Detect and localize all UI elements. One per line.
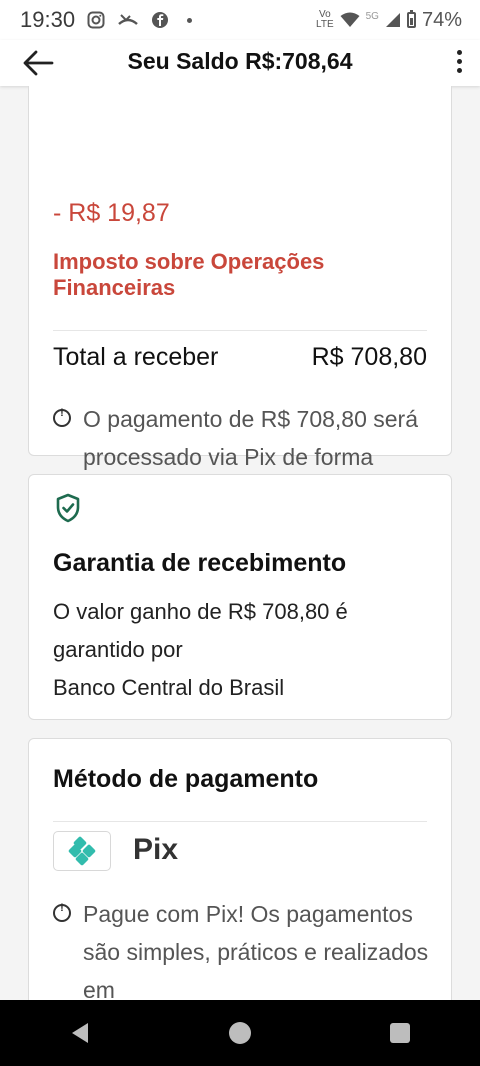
- pix-info-text: Pague com Pix! Os pagamentos são simples…: [83, 901, 429, 1000]
- info-icon: [53, 407, 71, 427]
- tax-amount: - R$ 19,87: [53, 199, 170, 227]
- pix-logo-icon[interactable]: [53, 831, 111, 871]
- instagram-icon: [87, 11, 105, 29]
- status-bar: 19:30 Vo LTE 5G 74%: [0, 0, 480, 40]
- nav-home-button[interactable]: [210, 1013, 270, 1053]
- signal-icon: [385, 13, 400, 27]
- pix-option-label[interactable]: Pix: [133, 833, 178, 867]
- guarantee-line-3: Banco Central do Brasil: [53, 675, 285, 700]
- nav-back-button[interactable]: [50, 1013, 110, 1053]
- nav-recents-icon: [390, 1023, 410, 1043]
- main-content[interactable]: - R$ 19,87 Imposto sobre Operações Finan…: [0, 86, 480, 1000]
- total-value: R$ 708,80: [311, 343, 427, 371]
- divider: [53, 330, 427, 331]
- guarantee-title: Garantia de recebimento: [53, 549, 347, 577]
- volte-indicator: Vo LTE: [316, 9, 334, 30]
- more-options-icon[interactable]: [454, 46, 464, 80]
- battery-icon: [406, 10, 416, 28]
- dot-icon: [187, 17, 193, 23]
- tax-label: Imposto sobre Operações Financeiras: [53, 249, 325, 300]
- system-nav-bar: [0, 1000, 480, 1066]
- nav-back-icon: [72, 1023, 88, 1043]
- status-time: 19:30: [20, 7, 76, 32]
- app-header: Seu Saldo R$:708,64: [0, 40, 480, 86]
- guarantee-text: O valor ganho de R$ 708,80 é garantido p…: [53, 593, 348, 707]
- guarantee-card: Garantia de recebimento O valor ganho de…: [28, 474, 452, 720]
- summary-card: - R$ 19,87 Imposto sobre Operações Finan…: [28, 86, 452, 508]
- shield-check-icon: [56, 493, 80, 523]
- guarantee-line-2: garantido por: [53, 637, 183, 662]
- pix-info: Pague com Pix! Os pagamentos são simples…: [53, 895, 431, 1000]
- missed-call-icon: [118, 14, 138, 25]
- total-label: Total a receber: [53, 343, 219, 371]
- battery-percent: 74%: [421, 8, 462, 31]
- guarantee-line-1: O valor ganho de R$ 708,80 é: [53, 599, 348, 624]
- payment-method-card: Método de pagamento Pix Pague com Pix! O…: [28, 738, 452, 1000]
- facebook-icon: [152, 12, 169, 28]
- nav-home-icon: [229, 1022, 251, 1044]
- page-title: Seu Saldo R$:708,64: [127, 48, 353, 74]
- wifi-icon: [340, 12, 360, 27]
- info-icon: [53, 902, 71, 922]
- payment-method-title: Método de pagamento: [53, 765, 319, 793]
- nav-recents-button[interactable]: [370, 1013, 430, 1053]
- divider: [53, 821, 427, 822]
- network-5g: 5G: [365, 11, 379, 22]
